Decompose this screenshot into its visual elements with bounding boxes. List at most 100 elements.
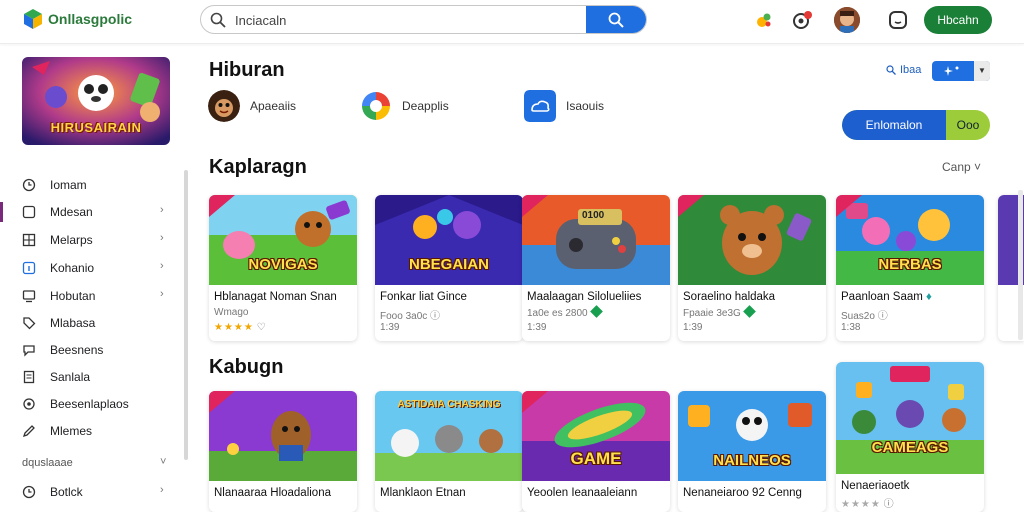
game-thumbnail: CAMEAGS: [836, 362, 984, 474]
game-meta: 1:38: [841, 322, 861, 333]
sidebar-item-label: Mdesan: [50, 205, 93, 219]
game-card[interactable]: GAME Yeoolen Ieanaaleiann: [522, 391, 670, 512]
game-card[interactable]: NAILNEOS Nenaneiaroo 92 Cenng: [678, 391, 826, 512]
category-apaeaiis[interactable]: Apaeaiis: [208, 89, 296, 123]
sidebar-item-label: Sanlala: [50, 370, 91, 384]
game-subtitle: Suas2o ⓘ: [841, 307, 888, 322]
sidebar-item-botlck[interactable]: Botlck ›: [0, 480, 180, 504]
chevron-down-icon: ˅: [974, 160, 982, 174]
game-rating: ★★★★ ⓘ: [841, 495, 894, 510]
game-logo: GAME: [570, 449, 622, 468]
sidebar-item-beesenlaplaos[interactable]: Beesenlaplaos: [0, 392, 180, 416]
game-card[interactable]: Nlanaaraa Hloadaliona: [209, 391, 357, 512]
chevron-down-icon[interactable]: ▼: [974, 61, 990, 81]
sparkle-small-icon: [944, 66, 959, 76]
sign-in-button[interactable]: Hbcahn: [924, 6, 992, 34]
heart-icon: ♡: [256, 322, 266, 333]
info-icon: ⓘ: [877, 311, 888, 322]
game-subtitle: Fooo 3a0c ⓘ: [380, 307, 440, 322]
game-rating: ★★★★ ♡: [214, 322, 266, 333]
sidebar-item-beesnens[interactable]: Beesnens: [0, 338, 180, 362]
cloud-icon: [524, 90, 556, 122]
game-title: Maalaagan Silolueliies: [527, 291, 642, 303]
sidebar-item-iomam[interactable]: Iomam: [0, 173, 180, 197]
game-card[interactable]: NOVIGAS Hblanagat Noman Snan Wmago ★★★★ …: [209, 195, 357, 341]
search-button-icon: [608, 12, 624, 28]
sidebar-item-mdesan[interactable]: Mdesan ›: [0, 200, 180, 224]
game-title-text: Paanloan Saam: [841, 291, 923, 303]
game-subtitle-text: 1a0e es 2800: [527, 308, 588, 319]
chat-bubble-icon[interactable]: [888, 10, 908, 30]
game-subtitle-text: Fooo 3a0c: [380, 311, 428, 322]
chevron-right-icon: ›: [160, 204, 164, 216]
game-title: Soraelino haldaka: [683, 291, 776, 303]
promo-title: HIRUSAIRAIN: [50, 120, 142, 135]
sidebar-section-label: dquslaaae: [22, 457, 73, 469]
chevron-right-icon: ›: [160, 484, 164, 496]
game-card[interactable]: ASTIDAIA CHASKING Mlanklaon Etnan: [375, 391, 523, 512]
sidebar-item-mlabasa[interactable]: Mlabasa: [0, 311, 180, 335]
game-card[interactable]: Soraelino haldaka Fpaaie 3e3G 1:39: [678, 195, 826, 341]
game-logo: NOVIGAS: [248, 256, 318, 273]
sidebar-item-mlemes[interactable]: Mlemes: [0, 419, 180, 443]
view-toggle[interactable]: ▼: [932, 61, 990, 81]
game-subtitle: Fpaaie 3e3G: [683, 305, 756, 319]
filter-label[interactable]: Ibaa: [900, 64, 921, 76]
search-input[interactable]: [235, 10, 575, 30]
game-thumbnail: [678, 195, 826, 285]
sidebar-item-label: Hobutan: [50, 289, 96, 303]
game-art: [522, 195, 670, 285]
sidebar-item-label: Beesnens: [50, 343, 104, 357]
segment-ooo[interactable]: Ooo: [946, 110, 990, 140]
gem-icon: [589, 305, 603, 318]
app-logo-icon[interactable]: [22, 8, 44, 30]
game-art: [678, 195, 826, 285]
game-title: Paanloan Saam ♦: [841, 291, 932, 303]
rating-stars: ★★★★: [841, 499, 881, 510]
info-icon: ⓘ: [430, 311, 441, 322]
sidebar-item-melarps[interactable]: Melarps ›: [0, 228, 180, 252]
game-logo: NAILNEOS: [713, 452, 791, 469]
game-title: Hblanagat Noman Snan: [214, 291, 337, 303]
category-label: Apaeaiis: [250, 99, 297, 113]
game-subtitle: 1a0e es 2800: [527, 305, 603, 319]
sidebar-item-label: Mlemes: [50, 424, 93, 438]
game-thumbnail: 0100: [522, 195, 670, 285]
game-thumbnail: NERBAS: [836, 195, 984, 285]
search-button[interactable]: [586, 6, 646, 33]
game-card[interactable]: 0100 Maalaagan Silolueliies 1a0e es 2800…: [522, 195, 670, 341]
game-thumbnail: NOVIGAS: [209, 195, 357, 285]
chevron-down-icon[interactable]: ˅: [160, 456, 166, 468]
sidebar-item-kohanio[interactable]: Kohanio ›: [0, 256, 180, 280]
section-title: Kabugn: [209, 356, 284, 378]
color-ring-icon: [362, 92, 390, 120]
page-title: Hiburan: [209, 59, 285, 81]
content-scrollbar[interactable]: [1018, 190, 1023, 340]
game-thumbnail: ASTIDAIA CHASKING: [375, 391, 523, 481]
notifications-icon[interactable]: [792, 10, 812, 30]
avatar[interactable]: [834, 7, 860, 33]
category-isaouis[interactable]: Isaouis: [524, 89, 604, 123]
search-bar: [200, 5, 647, 34]
brand-name[interactable]: Onllasgpolic: [48, 11, 132, 27]
settings-icon: [23, 398, 35, 410]
game-card[interactable]: NERBAS Paanloan Saam ♦ Suas2o ⓘ 1:38: [836, 195, 984, 341]
sparkle-icon[interactable]: [754, 10, 774, 30]
game-art: [209, 391, 357, 481]
game-title: Yeoolen Ieanaaleiann: [527, 487, 638, 499]
sidebar-scrollbar[interactable]: [184, 170, 188, 460]
game-card[interactable]: CAMEAGS Nenaeriaoetk ★★★★ ⓘ: [836, 362, 984, 512]
diamond-icon: ♦: [926, 291, 932, 303]
gem-icon: [742, 305, 756, 318]
game-logo: ASTIDAIA CHASKING: [397, 399, 501, 410]
sidebar-item-sanlala[interactable]: Sanlala: [0, 365, 180, 389]
game-thumbnail: NBEGAIAN: [375, 195, 523, 285]
section-dropdown[interactable]: Canp ˅: [942, 160, 981, 174]
info-icon: [22, 261, 36, 275]
category-deapplis[interactable]: Deapplis: [360, 89, 449, 123]
game-card[interactable]: NBEGAIAN Fonkar liat Gince Fooo 3a0c ⓘ 1…: [375, 195, 523, 341]
promo-banner[interactable]: HIRUSAIRAIN: [22, 57, 170, 145]
segment-enlomalon[interactable]: Enlomalon: [842, 110, 946, 140]
sidebar-item-hobutan[interactable]: Hobutan ›: [0, 284, 180, 308]
game-meta: 1:39: [380, 322, 400, 333]
